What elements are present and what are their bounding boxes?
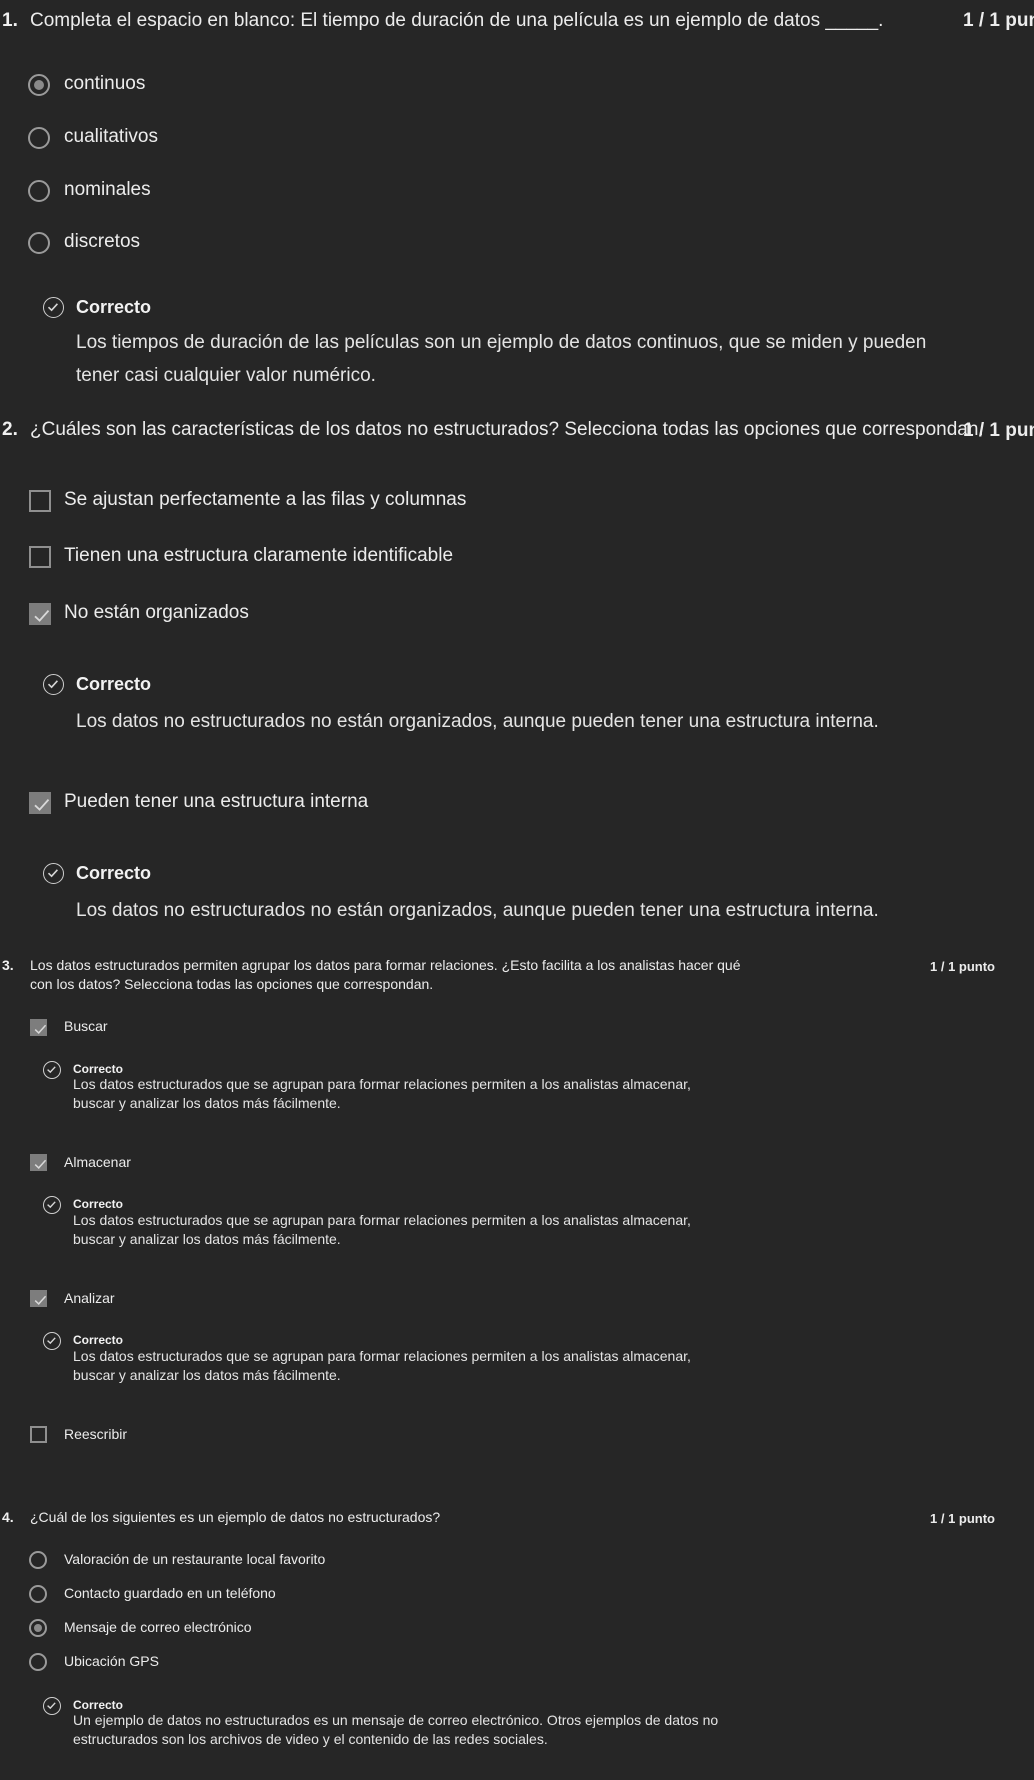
feedback-line: Los datos estructurados que se agrupan p…	[73, 1348, 691, 1364]
checkbox-option-2[interactable]	[29, 546, 51, 568]
option-label: Reescribir	[64, 1426, 128, 1442]
option-label: Ubicación GPS	[64, 1653, 159, 1669]
checkbox-option-1[interactable]	[29, 490, 51, 512]
feedback-line: Los tiempos de duración de las películas…	[76, 332, 927, 353]
radio-option-discretos[interactable]	[28, 232, 50, 254]
option-label: Almacenar	[64, 1154, 131, 1170]
question-text: Los datos estructurados permiten agrupar…	[30, 956, 740, 994]
feedback-title: Correcto	[76, 674, 152, 694]
feedback-line: buscar y analizar los datos más fácilmen…	[73, 1231, 341, 1247]
option-label: Tienen una estructura claramente identif…	[64, 545, 454, 566]
feedback-title: Correcto	[76, 863, 152, 883]
question-number: 3.	[2, 957, 14, 973]
option-label: Se ajustan perfectamente a las filas y c…	[64, 489, 467, 510]
points-badge: 1 / 1 punto	[963, 420, 1034, 441]
question-text-line: Los datos estructurados permiten agrupar…	[30, 957, 741, 973]
feedback-line: tener casi cualquier valor numérico.	[76, 365, 376, 386]
check-circle-icon	[43, 1196, 61, 1214]
feedback-line: Un ejemplo de datos no estructurados es …	[73, 1712, 719, 1728]
feedback-text: Los datos estructurados que se agrupan p…	[73, 1347, 691, 1385]
check-circle-icon	[43, 863, 64, 884]
feedback-title: Correcto	[73, 1333, 124, 1347]
question-number: 2.	[2, 419, 18, 440]
option-label: nominales	[64, 179, 151, 200]
option-label: Mensaje de correo electrónico	[64, 1619, 252, 1635]
option-label: No están organizados	[64, 602, 249, 623]
option-label: Contacto guardado en un teléfono	[64, 1585, 276, 1601]
check-circle-icon	[43, 674, 64, 695]
feedback-text: Los datos no estructurados no están orga…	[76, 711, 879, 732]
question-text: ¿Cuál de los siguientes es un ejemplo de…	[30, 1509, 441, 1525]
question-number: 4.	[2, 1509, 14, 1525]
radio-option-gps[interactable]	[29, 1653, 47, 1671]
points-badge: 1 / 1 punto	[930, 1511, 995, 1526]
checkbox-option-4[interactable]	[29, 792, 51, 814]
feedback-text: Un ejemplo de datos no estructurados es …	[73, 1711, 718, 1749]
feedback-text: Los datos estructurados que se agrupan p…	[73, 1211, 691, 1249]
check-circle-icon	[43, 1061, 61, 1079]
option-label: Pueden tener una estructura interna	[64, 791, 369, 812]
option-label: continuos	[64, 73, 146, 94]
check-circle-icon	[43, 1332, 61, 1350]
check-circle-icon	[43, 1697, 61, 1715]
feedback-line: Los datos estructurados que se agrupan p…	[73, 1212, 691, 1228]
feedback-title: Correcto	[73, 1698, 124, 1712]
feedback-text: Los datos estructurados que se agrupan p…	[73, 1075, 691, 1113]
feedback-title: Correcto	[73, 1062, 124, 1076]
feedback-title: Correcto	[76, 297, 152, 317]
radio-option-contacto[interactable]	[29, 1585, 47, 1603]
question-text: Completa el espacio en blanco: El tiempo…	[30, 10, 884, 31]
option-label: Buscar	[64, 1018, 108, 1034]
checkbox-option-analizar[interactable]	[30, 1290, 47, 1307]
question-text-line: con los datos? Selecciona todas las opci…	[30, 976, 434, 992]
option-label: cualitativos	[64, 126, 158, 147]
feedback-line: buscar y analizar los datos más fácilmen…	[73, 1367, 341, 1383]
checkbox-option-reescribir[interactable]	[30, 1426, 47, 1443]
checkbox-option-buscar[interactable]	[30, 1019, 47, 1036]
radio-option-nominales[interactable]	[28, 180, 50, 202]
option-label: Analizar	[64, 1290, 115, 1306]
question-text: ¿Cuáles son las características de los d…	[30, 419, 984, 440]
feedback-title: Correcto	[73, 1197, 124, 1211]
feedback-line: estructurados son los archivos de video …	[73, 1731, 548, 1747]
radio-option-mensaje[interactable]	[29, 1619, 47, 1637]
points-badge: 1 / 1 punto	[930, 959, 995, 974]
option-label: Valoración de un restaurante local favor…	[64, 1551, 326, 1567]
option-label: discretos	[64, 231, 141, 252]
radio-option-cualitativos[interactable]	[28, 127, 50, 149]
radio-option-valoracion[interactable]	[29, 1551, 47, 1569]
checkbox-option-3[interactable]	[29, 603, 51, 625]
checkbox-option-almacenar[interactable]	[30, 1154, 47, 1171]
points-badge: 1 / 1 punto	[963, 10, 1034, 31]
feedback-line: Los datos estructurados que se agrupan p…	[73, 1076, 691, 1092]
check-circle-icon	[43, 297, 64, 318]
radio-option-continuos[interactable]	[28, 74, 50, 96]
feedback-text: Los tiempos de duración de las películas…	[76, 326, 926, 392]
feedback-line: buscar y analizar los datos más fácilmen…	[73, 1095, 341, 1111]
question-number: 1.	[2, 10, 18, 31]
feedback-text: Los datos no estructurados no están orga…	[76, 900, 879, 921]
